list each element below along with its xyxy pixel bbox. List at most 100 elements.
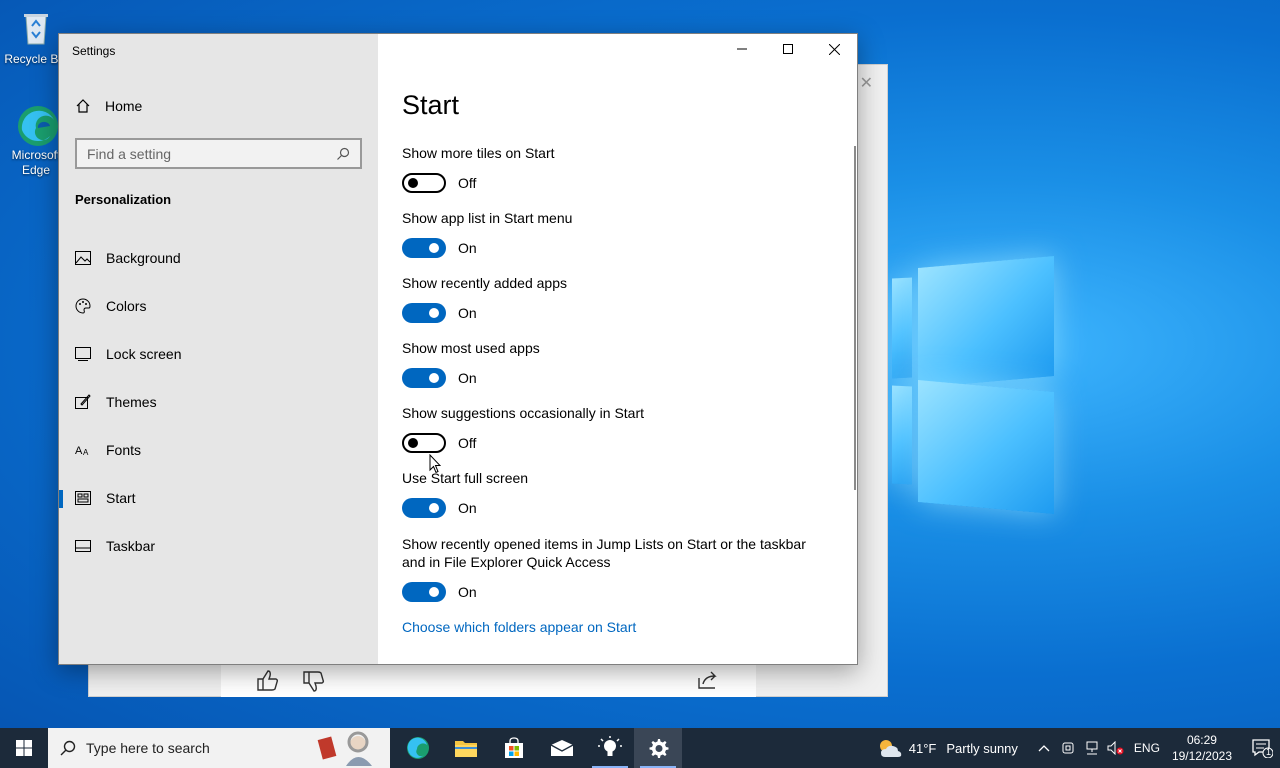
taskbar-tips[interactable] xyxy=(586,728,634,768)
toggle-switch[interactable] xyxy=(402,303,446,323)
sidebar-item-colors[interactable]: Colors xyxy=(59,282,378,330)
option-recently-added: Show recently added apps On xyxy=(402,274,832,323)
sidebar-item-themes[interactable]: Themes xyxy=(59,378,378,426)
taskbar-mail[interactable] xyxy=(538,728,586,768)
search-icon[interactable] xyxy=(336,147,350,161)
windows-wallpaper-logo xyxy=(888,256,1058,514)
option-label: Show more tiles on Start xyxy=(402,145,555,161)
edge-icon xyxy=(16,104,58,146)
sidebar-item-label: Themes xyxy=(106,394,157,410)
close-icon xyxy=(828,43,840,55)
sidebar-nav: Background Colors Lock screen Themes AA … xyxy=(59,234,378,570)
find-setting-search[interactable] xyxy=(75,138,362,169)
sidebar-item-label: Background xyxy=(106,250,181,266)
toggle-switch[interactable] xyxy=(402,368,446,388)
mail-icon xyxy=(550,740,574,756)
volume-button[interactable] xyxy=(1104,728,1128,768)
windows-icon xyxy=(16,740,32,756)
sidebar-item-fonts[interactable]: AA Fonts xyxy=(59,426,378,474)
thumbs-down-icon[interactable] xyxy=(301,670,327,694)
option-most-used: Show most used apps On xyxy=(402,339,832,388)
palette-icon xyxy=(75,298,91,314)
lightbulb-icon xyxy=(598,736,622,756)
sidebar-item-start[interactable]: Start xyxy=(59,474,378,522)
taskbar-search[interactable]: Type here to search xyxy=(48,728,390,768)
option-label: Show app list in Start menu xyxy=(402,210,573,226)
thumbs-up-icon[interactable] xyxy=(255,668,281,692)
taskbar: Type here to search 41°F Partly sunny EN… xyxy=(0,728,1280,768)
toggle-switch[interactable] xyxy=(402,582,446,602)
system-tray: 41°F Partly sunny ENG 06:29 19/12/2023 1 xyxy=(877,728,1280,768)
show-hidden-icons-button[interactable] xyxy=(1032,728,1056,768)
close-button[interactable] xyxy=(811,34,857,64)
option-full-screen: Use Start full screen On xyxy=(402,469,832,518)
window-title: Settings xyxy=(72,44,116,58)
start-button[interactable] xyxy=(0,728,48,768)
toggle-switch[interactable] xyxy=(402,433,446,453)
sidebar-item-lock-screen[interactable]: Lock screen xyxy=(59,330,378,378)
toggle-switch[interactable] xyxy=(402,498,446,518)
sidebar-home[interactable]: Home xyxy=(75,98,142,114)
taskbar-icon xyxy=(75,538,91,554)
device-icon xyxy=(1062,742,1074,754)
close-icon[interactable]: ✕ xyxy=(860,73,873,93)
image-icon xyxy=(75,250,91,266)
weather-widget[interactable]: 41°F Partly sunny xyxy=(877,737,1018,759)
scrollbar[interactable] xyxy=(854,146,856,490)
network-button[interactable] xyxy=(1080,728,1104,768)
toggle-state: On xyxy=(458,370,477,386)
clock[interactable]: 06:29 19/12/2023 xyxy=(1172,732,1232,764)
folder-icon xyxy=(455,741,477,757)
taskbar-file-explorer[interactable] xyxy=(442,728,490,768)
option-app-list: Show app list in Start menu On xyxy=(402,209,832,258)
notification-badge: 1 xyxy=(1265,747,1271,757)
toggle-switch[interactable] xyxy=(402,173,446,193)
weather-desc: Partly sunny xyxy=(946,740,1018,756)
weather-temp: 41°F xyxy=(908,740,937,756)
share-icon[interactable] xyxy=(695,668,721,692)
gear-icon xyxy=(649,739,669,758)
section-heading: Personalization xyxy=(75,192,172,207)
taskbar-store[interactable] xyxy=(490,728,538,768)
notification-center-button[interactable]: 1 xyxy=(1244,728,1280,768)
sidebar-item-label: Start xyxy=(106,490,136,506)
search-icon xyxy=(60,740,76,756)
sidebar-item-label: Colors xyxy=(106,298,147,314)
option-suggestions: Show suggestions occasionally in Start O… xyxy=(402,404,832,453)
language-indicator[interactable]: ENG xyxy=(1134,741,1160,755)
recycle-bin-icon xyxy=(16,8,56,48)
sidebar-item-label: Taskbar xyxy=(106,538,156,554)
search-input[interactable] xyxy=(87,145,336,162)
taskbar-edge[interactable] xyxy=(394,728,442,768)
toggle-state: On xyxy=(458,240,477,256)
toggle-state: On xyxy=(458,305,477,321)
minimize-icon xyxy=(737,48,747,50)
option-label: Show most used apps xyxy=(402,340,540,356)
option-label: Show suggestions occasionally in Start xyxy=(402,405,645,421)
home-icon xyxy=(76,99,90,113)
desktop-icon-label: Microsoft Edge xyxy=(11,148,61,177)
home-label: Home xyxy=(105,98,143,114)
network-icon xyxy=(1086,741,1098,755)
option-label: Use Start full screen xyxy=(402,470,529,486)
search-placeholder: Type here to search xyxy=(86,740,210,756)
feedback-bar xyxy=(221,663,756,697)
sidebar-item-background[interactable]: Background xyxy=(59,234,378,282)
taskbar-settings[interactable] xyxy=(634,728,682,768)
tray-device-button[interactable] xyxy=(1056,728,1080,768)
maximize-icon xyxy=(783,44,793,54)
minimize-button[interactable] xyxy=(719,34,765,64)
option-label: Show recently added apps xyxy=(402,275,567,291)
partly-sunny-icon xyxy=(879,740,901,757)
option-label: Show recently opened items in Jump Lists… xyxy=(402,536,806,570)
chevron-up-icon xyxy=(1038,745,1050,752)
choose-folders-link[interactable]: Choose which folders appear on Start xyxy=(402,619,636,635)
fonts-icon: AA xyxy=(75,442,91,458)
maximize-button[interactable] xyxy=(765,34,811,64)
sidebar-item-taskbar[interactable]: Taskbar xyxy=(59,522,378,570)
sidebar-item-label: Fonts xyxy=(106,442,142,458)
window-controls xyxy=(719,34,857,64)
start-icon xyxy=(75,490,91,506)
store-icon xyxy=(505,737,523,758)
toggle-switch[interactable] xyxy=(402,238,446,258)
